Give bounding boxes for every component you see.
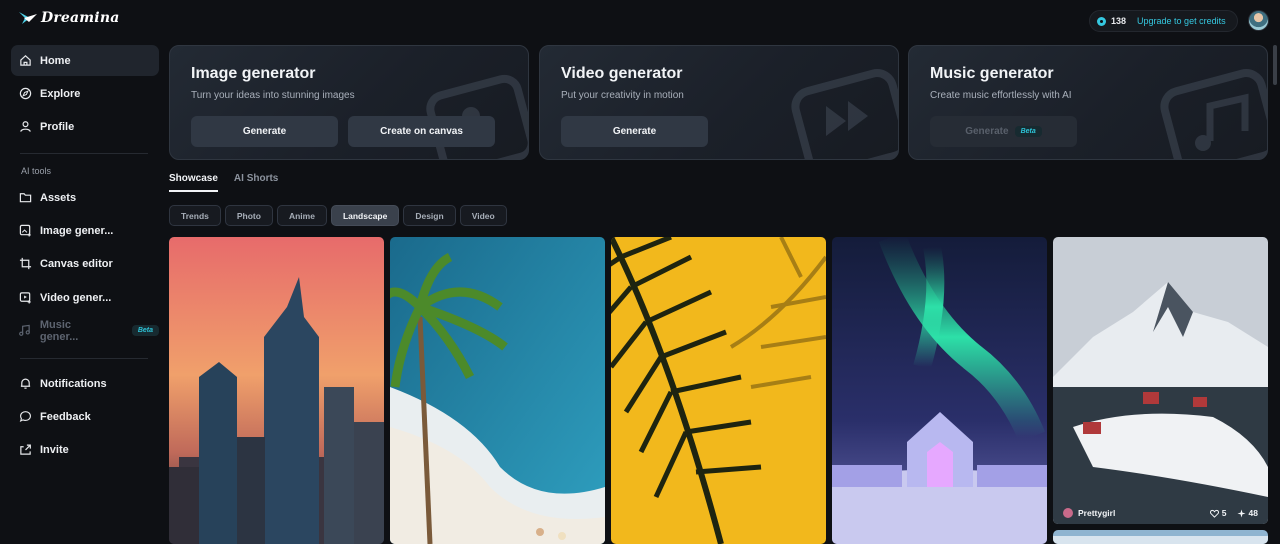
card-subtitle: Put your creativity in motion <box>561 90 684 101</box>
sidebar-item-music-generator[interactable]: Music gener... Beta <box>11 315 159 346</box>
chip-anime[interactable]: Anime <box>276 205 327 226</box>
tile-footer: Prettygirl 5 48 <box>1053 502 1268 524</box>
sidebar-item-label: Canvas editor <box>40 257 113 270</box>
sidebar-item-canvas-editor[interactable]: Canvas editor <box>11 248 159 279</box>
palm-beach-image <box>390 237 605 544</box>
sidebar-item-label: Image gener... <box>40 224 114 237</box>
remix-button[interactable]: 48 <box>1236 508 1258 518</box>
music-deco-icon <box>1160 69 1267 159</box>
sidebar-item-label: Explore <box>40 87 81 100</box>
image-generate-button[interactable]: Generate <box>191 116 338 147</box>
sidebar-item-label: Music gener... <box>39 318 79 343</box>
video-generate-button[interactable]: Generate <box>561 116 708 147</box>
beta-badge: Beta <box>1014 126 1042 137</box>
message-icon <box>18 410 32 424</box>
avatar[interactable] <box>1248 10 1269 31</box>
chip-photo[interactable]: Photo <box>224 205 273 226</box>
section-label-ai-tools: AI tools <box>21 166 52 176</box>
sidebar-item-video-generator[interactable]: Video gener... <box>11 282 159 313</box>
compass-icon <box>18 87 32 101</box>
tab-showcase[interactable]: Showcase <box>169 173 218 192</box>
sidebar-item-invite[interactable]: Invite <box>11 434 159 465</box>
upgrade-link[interactable]: Upgrade to get credits <box>1137 16 1226 26</box>
tile-stats: 5 48 <box>1209 508 1258 518</box>
sidebar: Dreamina Home Explore Profile AI tools A… <box>0 0 169 544</box>
sidebar-item-feedback[interactable]: Feedback <box>11 401 159 432</box>
gallery-tile-aurora[interactable] <box>832 237 1047 544</box>
bell-icon <box>18 377 32 391</box>
chip-video[interactable]: Video <box>459 205 507 226</box>
sidebar-item-explore[interactable]: Explore <box>11 78 159 109</box>
credit-icon <box>1097 16 1106 26</box>
author-name[interactable]: Prettygirl <box>1078 508 1115 518</box>
chip-landscape[interactable]: Landscape <box>330 205 400 226</box>
palm-leaf-image <box>611 237 826 544</box>
image-generator-card[interactable]: Image generator Turn your ideas into stu… <box>169 45 529 160</box>
page-scrollbar[interactable] <box>1273 45 1277 85</box>
sidebar-item-label: Assets <box>40 191 77 204</box>
sidebar-item-label: Invite <box>40 443 69 456</box>
gallery-tile-beach[interactable] <box>390 237 605 544</box>
like-button[interactable]: 5 <box>1209 508 1227 518</box>
music-generate-button[interactable]: Generate Beta <box>930 116 1077 147</box>
dreamina-logo-icon <box>19 12 37 24</box>
crop-icon <box>18 257 32 271</box>
video-deco-icon <box>791 69 898 159</box>
share-icon <box>18 443 32 457</box>
card-title: Video generator <box>561 65 683 82</box>
remix-count: 48 <box>1248 508 1258 518</box>
music-generator-card[interactable]: Music generator Create music effortlessl… <box>908 45 1268 160</box>
sidebar-item-label: Notifications <box>40 377 107 390</box>
sidebar-item-label: Video gener... <box>40 291 112 304</box>
content-tabs: Showcase AI Shorts <box>169 173 278 192</box>
gallery-tile-city[interactable] <box>169 237 384 544</box>
user-icon <box>18 120 32 134</box>
chip-trends[interactable]: Trends <box>169 205 221 226</box>
sidebar-item-label: Feedback <box>40 410 91 423</box>
snowy-mountain-image <box>1053 237 1268 524</box>
author-avatar[interactable] <box>1063 508 1073 518</box>
like-count: 5 <box>1221 508 1227 518</box>
sparkle-icon <box>1236 508 1246 518</box>
sidebar-item-home[interactable]: Home <box>11 45 159 76</box>
logo[interactable]: Dreamina <box>18 10 119 26</box>
next-image <box>1053 530 1268 544</box>
card-subtitle: Turn your ideas into stunning images <box>191 90 355 101</box>
card-title: Music generator <box>930 65 1054 82</box>
sidebar-item-label: Home <box>40 54 71 67</box>
gallery-tile-palm-leaf[interactable] <box>611 237 826 544</box>
city-sunset-image <box>169 237 384 544</box>
sidebar-item-notifications[interactable]: Notifications <box>11 368 159 399</box>
aurora-ice-palace-image <box>832 237 1047 544</box>
credits-pill[interactable]: 138 Upgrade to get credits <box>1089 10 1238 32</box>
heart-icon <box>1209 509 1219 518</box>
sidebar-item-profile[interactable]: Profile <box>11 111 159 142</box>
folder-icon <box>18 191 32 205</box>
gallery-tile-mountain[interactable]: Prettygirl 5 48 <box>1053 237 1268 524</box>
card-title: Image generator <box>191 65 316 82</box>
button-label: Generate <box>965 126 1009 137</box>
video-generator-card[interactable]: Video generator Put your creativity in m… <box>539 45 899 160</box>
sidebar-item-image-generator[interactable]: Image gener... <box>11 215 159 246</box>
video-icon <box>18 291 32 305</box>
beta-badge: Beta <box>131 325 159 336</box>
home-icon <box>18 54 32 68</box>
image-plus-icon <box>18 224 32 238</box>
card-subtitle: Create music effortlessly with AI <box>930 90 1072 101</box>
music-icon <box>18 324 32 338</box>
sidebar-item-assets[interactable]: Assets <box>11 182 159 213</box>
sidebar-divider <box>20 358 148 359</box>
chip-design[interactable]: Design <box>403 205 456 226</box>
sidebar-divider <box>20 153 148 154</box>
tab-ai-shorts[interactable]: AI Shorts <box>234 173 278 192</box>
gallery-tile-next[interactable] <box>1053 530 1268 544</box>
create-on-canvas-button[interactable]: Create on canvas <box>348 116 495 147</box>
credit-count: 138 <box>1111 16 1127 26</box>
app-name: Dreamina <box>41 10 120 26</box>
sidebar-item-label: Profile <box>40 120 75 133</box>
category-chips: Trends Photo Anime Landscape Design Vide… <box>169 205 507 226</box>
